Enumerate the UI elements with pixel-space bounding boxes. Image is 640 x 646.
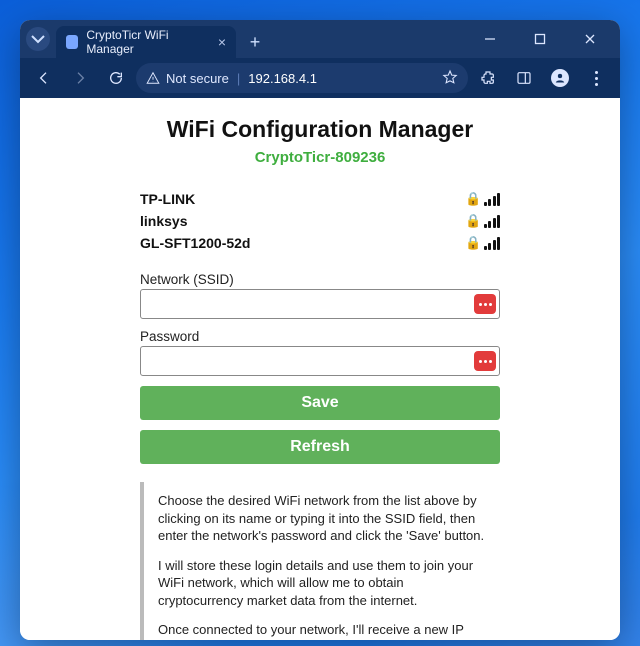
network-row[interactable]: TP-LINK 🔒	[140, 188, 500, 210]
forward-button[interactable]	[64, 62, 96, 94]
password-input[interactable]	[140, 346, 500, 376]
password-label: Password	[140, 329, 500, 344]
lock-icon: 🔒	[465, 191, 481, 207]
password-manager-icon[interactable]	[474, 294, 496, 314]
bookmark-button[interactable]	[442, 69, 458, 88]
back-button[interactable]	[28, 62, 60, 94]
instructions-p3: Once connected to your network, I'll rec…	[158, 621, 490, 640]
password-manager-icon[interactable]	[474, 351, 496, 371]
browser-window: CryptoTicr WiFi Manager × + Not secure	[20, 20, 620, 640]
url-text: 192.168.4.1	[248, 71, 317, 86]
network-list: TP-LINK 🔒 linksys 🔒 GL-SFT1200-52d 🔒	[140, 188, 500, 254]
signal-icon	[484, 214, 501, 228]
tab-favicon	[66, 35, 78, 49]
omnibox[interactable]: Not secure | 192.168.4.1	[136, 63, 468, 93]
signal-icon	[484, 236, 501, 250]
chrome-menu-button[interactable]	[580, 62, 612, 94]
signal-icon	[484, 192, 501, 206]
extensions-button[interactable]	[472, 62, 504, 94]
browser-tab[interactable]: CryptoTicr WiFi Manager ×	[56, 26, 236, 58]
reload-button[interactable]	[100, 62, 132, 94]
window-close-button[interactable]	[568, 24, 612, 54]
network-ssid: linksys	[140, 213, 465, 229]
page-content: WiFi Configuration Manager CryptoTicr-80…	[20, 98, 620, 640]
tab-title: CryptoTicr WiFi Manager	[86, 28, 203, 56]
network-row[interactable]: GL-SFT1200-52d 🔒	[140, 232, 500, 254]
tab-strip: CryptoTicr WiFi Manager × +	[20, 20, 620, 58]
tab-search-button[interactable]	[26, 27, 50, 51]
wifi-form: Network (SSID) Password	[140, 272, 500, 376]
ssid-label: Network (SSID)	[140, 272, 500, 287]
network-row[interactable]: linksys 🔒	[140, 210, 500, 232]
instructions-box: Choose the desired WiFi network from the…	[140, 482, 500, 640]
ssid-input[interactable]	[140, 289, 500, 319]
window-maximize-button[interactable]	[518, 24, 562, 54]
network-ssid: TP-LINK	[140, 191, 465, 207]
instructions-p2: I will store these login details and use…	[158, 557, 490, 610]
profile-button[interactable]	[544, 62, 576, 94]
window-minimize-button[interactable]	[468, 24, 512, 54]
page-title: WiFi Configuration Manager	[38, 116, 602, 143]
refresh-button[interactable]: Refresh	[140, 430, 500, 464]
device-name: CryptoTicr-809236	[38, 149, 602, 166]
save-button[interactable]: Save	[140, 386, 500, 420]
tab-close-button[interactable]: ×	[218, 35, 226, 49]
lock-icon: 🔒	[465, 213, 481, 229]
side-panel-button[interactable]	[508, 62, 540, 94]
not-secure-label: Not secure	[166, 71, 229, 86]
new-tab-button[interactable]: +	[242, 29, 268, 55]
lock-icon: 🔒	[465, 235, 481, 251]
not-secure-chip[interactable]: Not secure	[146, 71, 229, 86]
network-ssid: GL-SFT1200-52d	[140, 235, 465, 251]
address-bar: Not secure | 192.168.4.1	[20, 58, 620, 98]
instructions-p1: Choose the desired WiFi network from the…	[158, 492, 490, 545]
